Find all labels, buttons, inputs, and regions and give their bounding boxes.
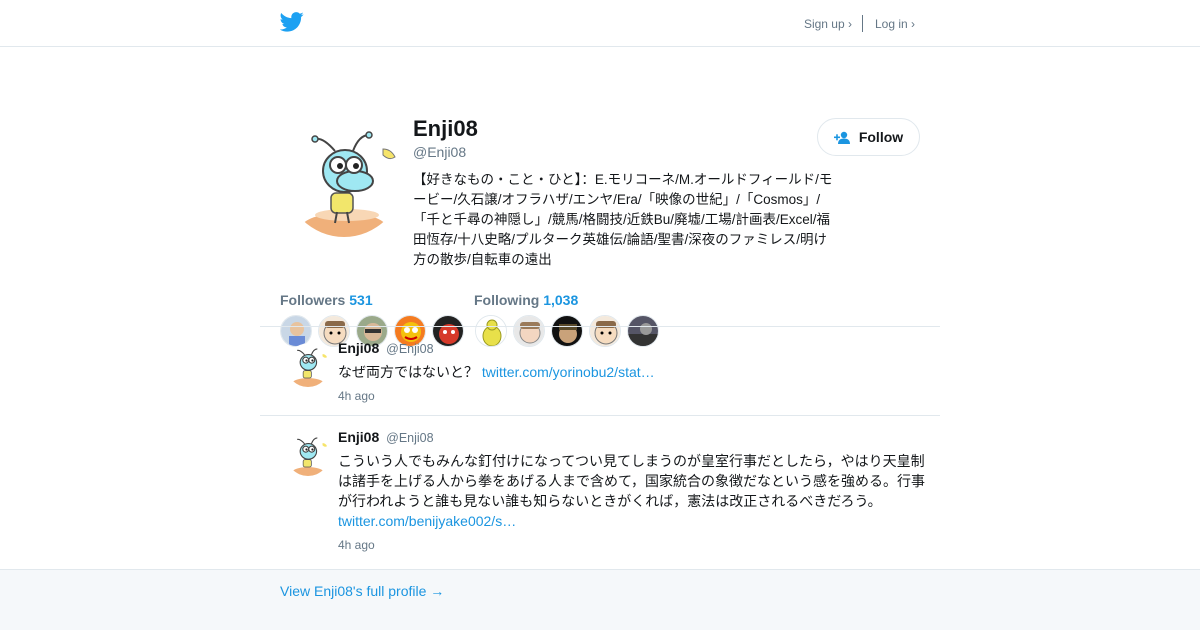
signup-link[interactable]: Sign up › xyxy=(804,17,852,31)
follow-button[interactable]: Follow xyxy=(817,118,920,156)
add-user-icon xyxy=(833,131,850,144)
tweet-author-name[interactable]: Enji08 xyxy=(338,340,379,356)
tweet-author-handle: @Enji08 xyxy=(386,342,434,356)
tweet-list: Enji08 @Enji08 なぜ両方ではないと？ twitter.com/yo… xyxy=(260,326,940,569)
tweet-avatar[interactable] xyxy=(286,432,330,476)
followers-count: 531 xyxy=(349,292,373,308)
profile-header: Enji08 @Enji08 【好きなもの・こと・ひと】：E.モリコーネ/M.オ… xyxy=(0,47,1200,347)
tweet-header: Enji08 @Enji08 xyxy=(338,340,434,356)
tweet-author-name[interactable]: Enji08 xyxy=(338,429,379,445)
top-bar: Sign up › Log in › xyxy=(0,0,1200,47)
profile-name: Enji08 xyxy=(413,116,478,141)
follow-label: Follow xyxy=(858,129,904,145)
profile-handle: @Enji08 xyxy=(413,144,467,160)
profile-avatar[interactable] xyxy=(285,119,403,237)
tweet-header: Enji08 @Enji08 xyxy=(338,429,434,445)
alien-avatar-icon xyxy=(286,120,402,237)
tweet-text: なぜ両方ではないと？ twitter.com/yorinobu2/stat… xyxy=(338,362,930,382)
tweet-timestamp[interactable]: 4h ago xyxy=(338,389,375,403)
tweet-timestamp[interactable]: 4h ago xyxy=(338,538,375,552)
followers-stat[interactable]: Followers 531 xyxy=(280,292,373,308)
full-profile-link[interactable]: View Enji08's full profile → xyxy=(280,583,444,599)
login-link[interactable]: Log in › xyxy=(875,17,915,31)
tweet-link[interactable]: twitter.com/benijyake002/s… xyxy=(338,513,516,529)
tweet-item[interactable]: Enji08 @Enji08 なぜ両方ではないと？ twitter.com/yo… xyxy=(260,326,940,415)
twitter-bird-icon[interactable] xyxy=(280,12,304,32)
footer-bar: View Enji08's full profile → xyxy=(0,569,1200,630)
tweet-body: なぜ両方ではないと？ xyxy=(338,364,478,380)
auth-nav: Sign up › Log in › xyxy=(804,15,915,32)
tweet-link[interactable]: twitter.com/yorinobu2/stat… xyxy=(482,364,655,380)
following-count: 1,038 xyxy=(543,292,579,308)
tweet-item[interactable]: Enji08 @Enji08 こういう人でもみんな釘付けになってつい見てしまうの… xyxy=(260,415,940,569)
following-stat[interactable]: Following 1,038 xyxy=(474,292,578,308)
followers-label: Followers xyxy=(280,292,346,308)
following-label: Following xyxy=(474,292,540,308)
profile-bio: 【好きなもの・こと・ひと】：E.モリコーネ/M.オールドフィールド/モービー/久… xyxy=(413,172,833,267)
nav-divider xyxy=(861,15,863,32)
tweet-author-handle: @Enji08 xyxy=(386,431,434,445)
tweet-text: こういう人でもみんな釘付けになってつい見てしまうのが皇室行事だとしたら，やはり天… xyxy=(338,451,930,531)
tweet-avatar[interactable] xyxy=(286,343,330,387)
tweet-body: こういう人でもみんな釘付けになってつい見てしまうのが皇室行事だとしたら，やはり天… xyxy=(338,453,926,509)
